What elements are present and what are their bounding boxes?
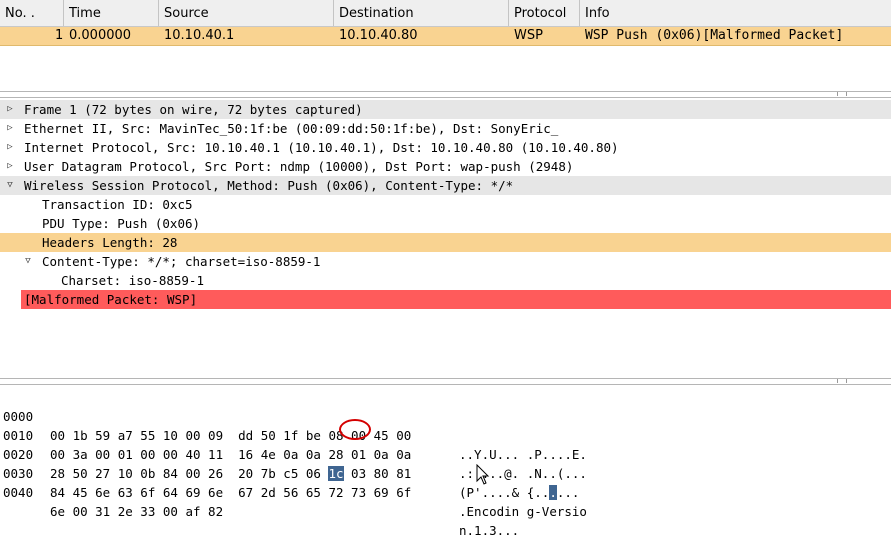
column-header-protocol[interactable]: Protocol — [509, 0, 580, 26]
tree-item-label: Charset: iso-8859-1 — [61, 273, 204, 288]
column-header-destination[interactable]: Destination — [334, 0, 509, 26]
hex-offset: 0040 — [3, 485, 34, 500]
hex-bytes[interactable]: 84 45 6e 63 6f 64 69 6e 67 2d 56 65 72 7… — [50, 483, 411, 502]
hex-bytes[interactable]: 6e 00 31 2e 33 00 af 82 — [50, 502, 223, 521]
column-header-source[interactable]: Source — [159, 0, 334, 26]
packet-source: 10.10.40.1 — [164, 28, 235, 43]
selected-ascii-char[interactable]: . — [549, 485, 557, 500]
collapse-arrow-icon[interactable]: ▽ — [21, 252, 35, 271]
selected-byte[interactable]: 1c — [328, 466, 344, 481]
packet-info: WSP Push (0x06)[Malformed Packet] — [585, 28, 844, 43]
hex-row: 0010 00 3a 00 01 00 00 40 11 16 4e 0a 0a… — [0, 407, 587, 481]
pane-splitter-handle[interactable] — [837, 92, 847, 96]
tree-item-charset[interactable]: Charset: iso-8859-1 — [0, 271, 204, 290]
tree-item-headers-length[interactable]: Headers Length: 28 — [0, 233, 891, 252]
tree-item-label: Ethernet II, Src: MavinTec_50:1f:be (00:… — [24, 121, 559, 136]
hex-row: 0040 6e 00 31 2e 33 00 af 82 n.1.3... — [0, 464, 519, 538]
hex-row: 0000 00 1b 59 a7 55 10 00 09 dd 50 1f be… — [0, 388, 587, 462]
hex-bytes[interactable]: 00 3a 00 01 00 00 40 11 16 4e 0a 0a 28 0… — [50, 445, 411, 464]
tree-item-ethernet[interactable]: ▷ Ethernet II, Src: MavinTec_50:1f:be (0… — [0, 119, 558, 138]
tree-item-transaction-id[interactable]: Transaction ID: 0xc5 — [0, 195, 193, 214]
expand-arrow-icon[interactable]: ▷ — [3, 119, 17, 138]
mouse-cursor-icon — [476, 464, 490, 485]
tree-item-label: Content-Type: */*; charset=iso-8859-1 — [42, 254, 321, 269]
tree-item-content-type[interactable]: ▽ Content-Type: */*; charset=iso-8859-1 — [0, 252, 320, 271]
tree-item-frame[interactable]: ▷ Frame 1 (72 bytes on wire, 72 bytes ca… — [0, 100, 891, 119]
tree-item-label: Wireless Session Protocol, Method: Push … — [24, 178, 514, 193]
column-header-time[interactable]: Time — [64, 0, 159, 26]
packet-destination: 10.10.40.80 — [339, 28, 418, 43]
hex-ascii[interactable]: .Encodin g-Versio — [459, 502, 587, 521]
column-header-info[interactable]: Info — [580, 0, 891, 26]
tree-item-label: [Malformed Packet: WSP] — [24, 292, 198, 307]
tree-item-label: User Datagram Protocol, Src Port: ndmp (… — [24, 159, 574, 174]
packet-details-pane[interactable]: ▷ Frame 1 (72 bytes on wire, 72 bytes ca… — [0, 97, 891, 379]
packet-list-pane[interactable]: No. . Time Source Destination Protocol I… — [0, 0, 891, 92]
packet-protocol: WSP — [514, 28, 543, 43]
expand-arrow-icon[interactable]: ▷ — [3, 100, 17, 119]
hex-row: 0030 84 45 6e 63 6f 64 69 6e 67 2d 56 65… — [0, 445, 587, 519]
tree-item-label: Transaction ID: 0xc5 — [42, 197, 193, 212]
packet-list-header: No. . Time Source Destination Protocol I… — [0, 0, 891, 27]
tree-item-label: Frame 1 (72 bytes on wire, 72 bytes capt… — [24, 102, 363, 117]
packet-time: 0.000000 — [69, 28, 132, 43]
tree-item-label: PDU Type: Push (0x06) — [42, 216, 201, 231]
collapse-arrow-icon[interactable]: ▽ — [3, 176, 17, 195]
tree-item-udp[interactable]: ▷ User Datagram Protocol, Src Port: ndmp… — [0, 157, 573, 176]
tree-item-wsp[interactable]: ▽ Wireless Session Protocol, Method: Pus… — [0, 176, 891, 195]
highlight-circle-annotation — [339, 419, 371, 440]
hex-bytes[interactable]: 28 50 27 10 0b 84 00 26 20 7b c5 06 1c 0… — [50, 464, 411, 483]
tree-item-pdu-type[interactable]: PDU Type: Push (0x06) — [0, 214, 200, 233]
bytes-pane[interactable]: 0000 00 1b 59 a7 55 10 00 09 dd 50 1f be… — [0, 384, 891, 538]
tree-item-malformed[interactable]: [Malformed Packet: WSP] — [21, 290, 891, 309]
expand-arrow-icon[interactable]: ▷ — [3, 138, 17, 157]
column-header-no[interactable]: No. . — [0, 0, 64, 26]
hex-ascii[interactable]: n.1.3... — [459, 521, 519, 540]
hex-row: 0020 28 50 27 10 0b 84 00 26 20 7b c5 06… — [0, 426, 579, 500]
tree-item-ip[interactable]: ▷ Internet Protocol, Src: 10.10.40.1 (10… — [0, 138, 618, 157]
packet-row[interactable]: 1 0.000000 10.10.40.1 10.10.40.80 WSP WS… — [0, 27, 891, 46]
hex-ascii[interactable]: ..Y.U... .P....E. — [459, 445, 587, 464]
packet-no: 1 — [55, 28, 64, 43]
pane-splitter-handle[interactable] — [837, 379, 847, 383]
tree-item-label: Headers Length: 28 — [42, 235, 178, 250]
expand-arrow-icon[interactable]: ▷ — [3, 157, 17, 176]
tree-item-label: Internet Protocol, Src: 10.10.40.1 (10.1… — [24, 140, 619, 155]
